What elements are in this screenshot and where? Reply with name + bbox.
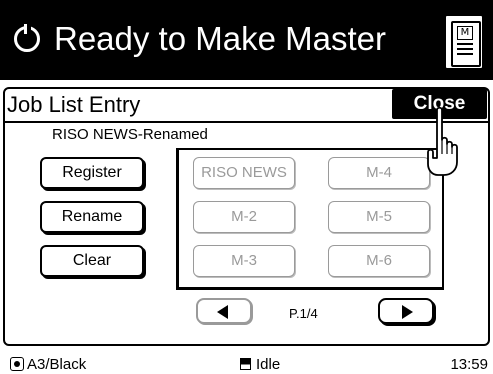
- prev-page-button[interactable]: [196, 298, 252, 324]
- job-slot-riso-news[interactable]: RISO NEWS: [193, 157, 295, 189]
- job-slot-m2[interactable]: M-2: [193, 201, 295, 233]
- status-state-text: Idle: [256, 356, 281, 373]
- header-title-text: Ready to Make Master: [54, 20, 386, 57]
- status-paper-text: A3/Black: [27, 356, 87, 373]
- job-slot-m5[interactable]: M-5: [328, 201, 430, 233]
- rename-button[interactable]: Rename: [40, 201, 144, 233]
- job-slot-m4[interactable]: M-4: [328, 157, 430, 189]
- clear-button[interactable]: Clear: [40, 245, 144, 277]
- pointer-hand-icon: [427, 106, 458, 176]
- register-button[interactable]: Register: [40, 157, 144, 189]
- panel-divider: [5, 121, 488, 123]
- menu-icon-letter: M: [457, 26, 473, 40]
- panel-title: Job List Entry: [7, 92, 141, 117]
- page-indicator: P.1/4: [289, 306, 318, 321]
- next-page-button[interactable]: [378, 298, 434, 324]
- circular-progress-icon: [14, 24, 40, 52]
- status-state: Idle: [240, 356, 280, 374]
- job-slot-m3[interactable]: M-3: [193, 245, 295, 277]
- left-triangle-icon: [217, 305, 228, 319]
- printer-status-icon: [240, 358, 251, 370]
- right-triangle-icon: [402, 305, 413, 319]
- paper-tray-icon: [10, 357, 24, 371]
- job-slot-m6[interactable]: M-6: [328, 245, 430, 277]
- selected-job-name: RISO NEWS-Renamed: [52, 126, 208, 143]
- master-menu-icon[interactable]: M: [444, 14, 484, 70]
- status-clock: 13:59: [450, 356, 488, 373]
- status-paper: A3/Black: [10, 356, 86, 374]
- header-title: Ready to Make Master: [14, 14, 386, 64]
